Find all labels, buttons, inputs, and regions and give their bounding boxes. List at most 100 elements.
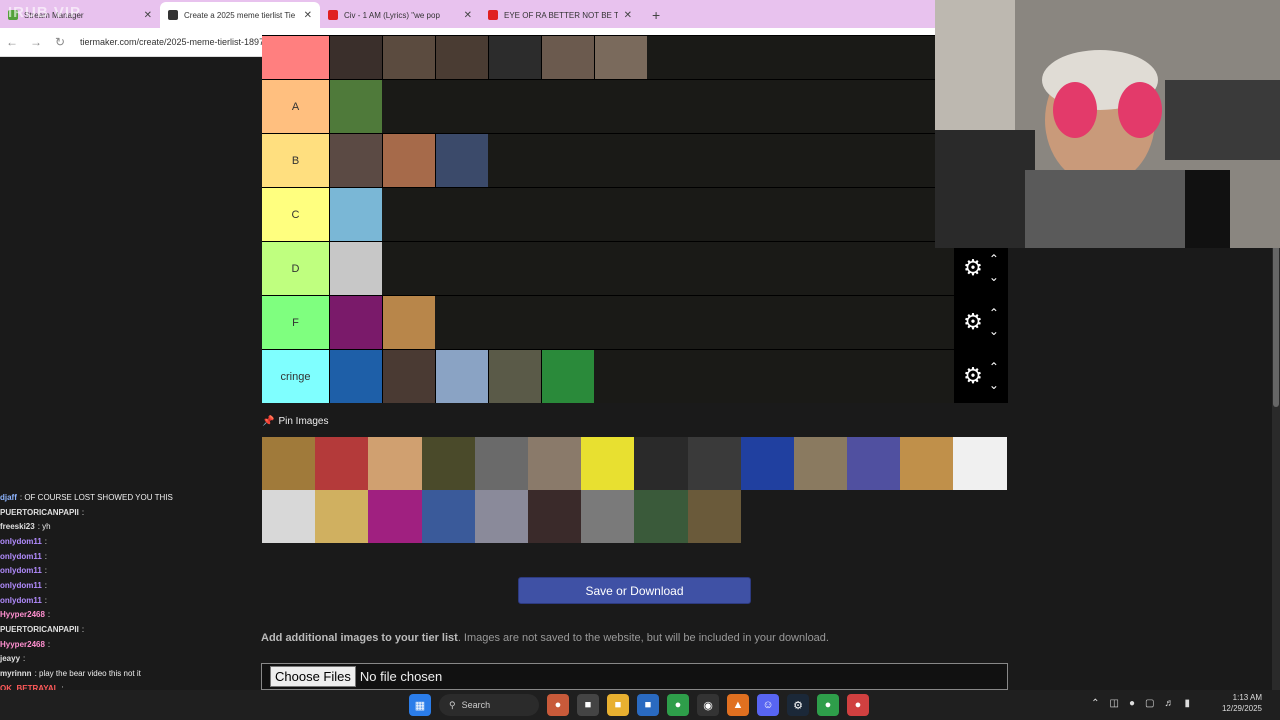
chat-username[interactable]: PUERTORICANPAPII: [0, 625, 79, 634]
tier-image[interactable]: [329, 350, 382, 403]
chat-username[interactable]: jeayy: [0, 654, 20, 663]
chat-username[interactable]: onlydom11: [0, 566, 42, 575]
chat-username[interactable]: djaff: [0, 493, 17, 502]
close-icon[interactable]: ✕: [144, 10, 152, 21]
pool-image[interactable]: [315, 437, 369, 490]
back-icon[interactable]: ←: [0, 35, 24, 49]
chevron-up-icon[interactable]: ⌃: [989, 304, 999, 322]
browser-tab[interactable]: Create a 2025 meme tierlist Tie ✕: [160, 2, 320, 28]
forward-icon[interactable]: →: [24, 35, 48, 49]
app-icon-1[interactable]: ●: [547, 694, 569, 716]
discord-icon[interactable]: ☺: [757, 694, 779, 716]
tier-image[interactable]: [488, 350, 541, 403]
chevron-up-icon[interactable]: ⌃: [989, 250, 999, 268]
pool-image[interactable]: [793, 437, 848, 490]
new-tab-button[interactable]: +: [640, 2, 672, 28]
gear-icon[interactable]: ⚙: [963, 255, 983, 281]
pool-image[interactable]: [421, 437, 475, 490]
pool-image[interactable]: [687, 490, 741, 543]
app-icon-2[interactable]: ▲: [727, 694, 749, 716]
mic-icon[interactable]: ●: [1129, 698, 1135, 709]
obs-icon[interactable]: ◉: [697, 694, 719, 716]
tier-image[interactable]: [329, 296, 382, 349]
pool-image[interactable]: [315, 490, 369, 543]
tier-image[interactable]: [329, 80, 382, 133]
pool-image[interactable]: [527, 490, 582, 543]
tier-image[interactable]: [435, 134, 488, 187]
chat-username[interactable]: myrinnn: [0, 669, 32, 678]
tier-image[interactable]: [329, 134, 382, 187]
chat-username[interactable]: PUERTORICANPAPII: [0, 508, 79, 517]
file-explorer-icon[interactable]: ■: [607, 694, 629, 716]
tier-label[interactable]: A: [262, 80, 329, 133]
pool-image[interactable]: [900, 437, 954, 490]
system-tray[interactable]: ⌃ ◫ ● ▢ ♬ ▮: [1091, 698, 1190, 709]
chat-username[interactable]: Hyyper2468: [0, 610, 45, 619]
chevron-up-icon[interactable]: ⌃: [989, 358, 999, 376]
wifi-icon[interactable]: ◫: [1110, 698, 1119, 709]
display-icon[interactable]: ▢: [1145, 698, 1154, 709]
pool-image[interactable]: [687, 437, 741, 490]
steam-icon[interactable]: ⚙: [787, 694, 809, 716]
chat-username[interactable]: freeski23: [0, 522, 35, 531]
taskbar-search[interactable]: ⚲ Search: [439, 694, 539, 716]
volume-icon[interactable]: ♬: [1164, 698, 1174, 709]
close-icon[interactable]: ✕: [624, 10, 632, 21]
pool-image[interactable]: [740, 437, 794, 490]
chat-username[interactable]: onlydom11: [0, 537, 42, 546]
pool-image[interactable]: [421, 490, 475, 543]
chat-username[interactable]: Hyyper2468: [0, 640, 45, 649]
chrome-icon[interactable]: ●: [667, 694, 689, 716]
pool-image[interactable]: [847, 437, 901, 490]
pool-image[interactable]: [581, 490, 635, 543]
browser-tab[interactable]: Civ - 1 AM (Lyrics) "we pop ✕: [320, 2, 480, 28]
start-icon[interactable]: ▦: [409, 694, 431, 716]
tier-label[interactable]: cringe: [262, 350, 329, 403]
store-icon[interactable]: ■: [637, 694, 659, 716]
pool-image[interactable]: [368, 437, 422, 490]
tier-image[interactable]: [329, 188, 382, 241]
tier-label[interactable]: C: [262, 188, 329, 241]
chevron-down-icon[interactable]: ⌄: [989, 268, 999, 286]
pin-images-label[interactable]: 📌 Pin Images: [262, 416, 328, 427]
chat-username[interactable]: onlydom11: [0, 581, 42, 590]
pool-image[interactable]: [474, 490, 528, 543]
close-icon[interactable]: ✕: [464, 10, 472, 21]
tier-image[interactable]: [329, 242, 382, 295]
chevron-down-icon[interactable]: ⌄: [989, 376, 999, 394]
pool-image[interactable]: [474, 437, 528, 490]
tier-image[interactable]: [541, 350, 594, 403]
chevron-down-icon[interactable]: ⌄: [989, 322, 999, 340]
gear-icon[interactable]: ⚙: [963, 363, 983, 389]
chrome-icon-3[interactable]: ●: [847, 694, 869, 716]
pool-image[interactable]: [634, 437, 688, 490]
url-text[interactable]: tiermaker.com/create/2025-meme-tierlist-…: [80, 37, 284, 47]
chevron-up-icon[interactable]: ⌃: [1091, 698, 1099, 709]
pool-image[interactable]: [262, 490, 316, 543]
chat-username[interactable]: onlydom11: [0, 596, 42, 605]
tier-image[interactable]: [382, 296, 435, 349]
reload-icon[interactable]: ↻: [48, 35, 72, 49]
chat-username[interactable]: onlydom11: [0, 552, 42, 561]
pool-image[interactable]: [634, 490, 688, 543]
gear-icon[interactable]: ⚙: [963, 309, 983, 335]
close-icon[interactable]: ✕: [304, 10, 312, 21]
tier-label[interactable]: B: [262, 134, 329, 187]
tier-image[interactable]: [382, 134, 435, 187]
pool-image[interactable]: [368, 490, 422, 543]
taskbar-clock[interactable]: 1:13 AM 12/29/2025: [1222, 692, 1262, 714]
chrome-icon-2[interactable]: ●: [817, 694, 839, 716]
pool-image[interactable]: [953, 437, 1007, 490]
save-download-button[interactable]: Save or Download: [518, 577, 751, 604]
task-view-icon[interactable]: ■: [577, 694, 599, 716]
tier-label[interactable]: F: [262, 296, 329, 349]
battery-icon[interactable]: ▮: [1184, 698, 1190, 709]
pool-image[interactable]: [262, 437, 316, 490]
tier-label[interactable]: D: [262, 242, 329, 295]
choose-files-button[interactable]: Choose Files: [270, 666, 356, 687]
browser-tab[interactable]: EYE OF RA BETTER NOT BE THE ✕: [480, 2, 640, 28]
file-input[interactable]: Choose Files No file chosen: [261, 663, 1008, 690]
pool-image[interactable]: [581, 437, 635, 490]
pool-image[interactable]: [527, 437, 582, 490]
tier-image[interactable]: [382, 350, 435, 403]
